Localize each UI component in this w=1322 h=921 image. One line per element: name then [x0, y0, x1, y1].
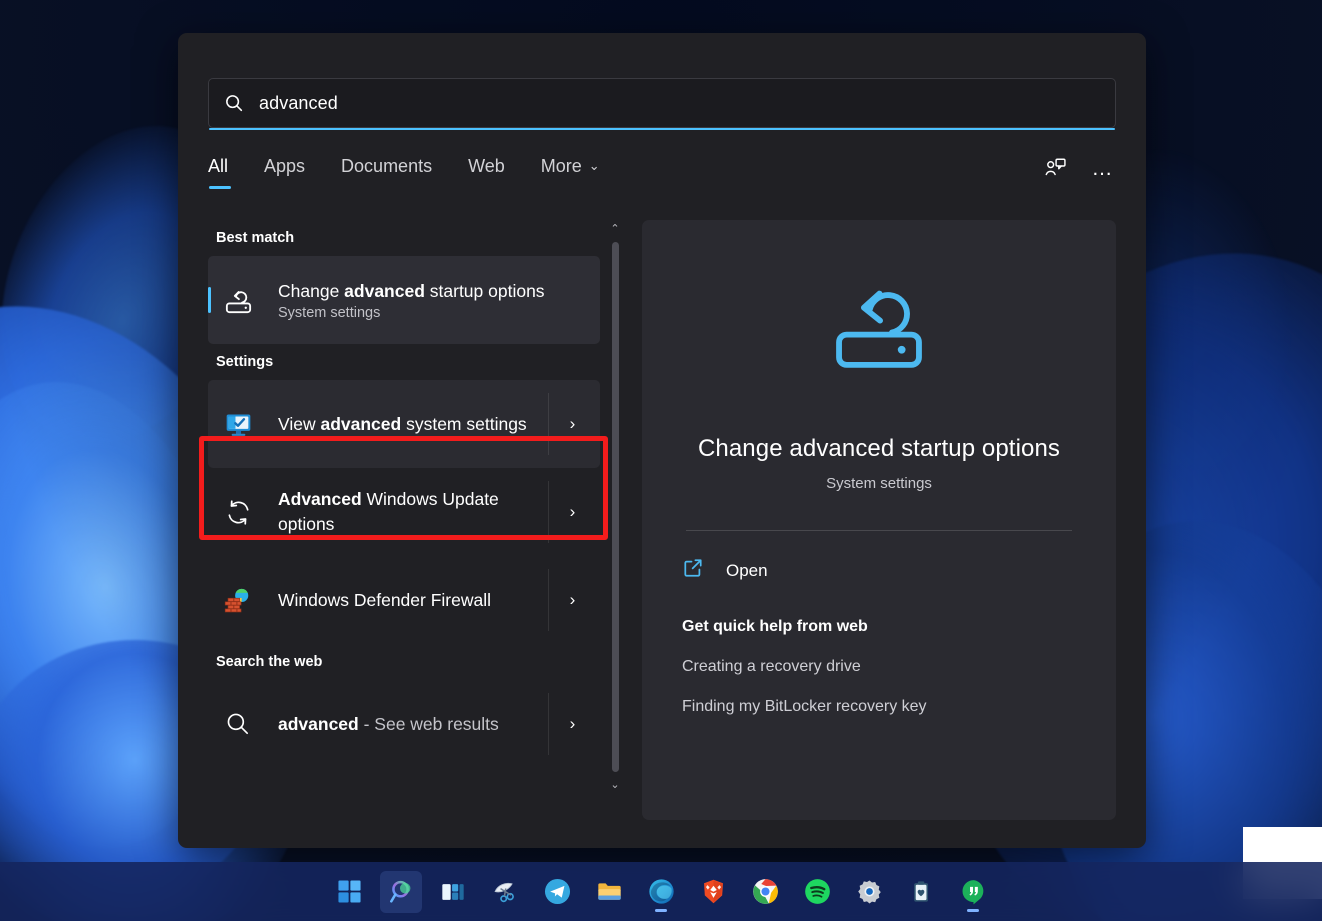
- file-explorer-icon[interactable]: [588, 871, 630, 913]
- chevron-right-icon[interactable]: ›: [548, 693, 596, 755]
- clipboard-heart-icon[interactable]: [900, 871, 942, 913]
- section-heading-settings: Settings: [216, 354, 274, 370]
- section-heading-search-the-web: Search the web: [216, 654, 323, 670]
- results-list: Best match Change advanced startup optio…: [208, 220, 600, 820]
- section-heading-best-match: Best match: [216, 230, 295, 246]
- result-item-subtitle: System settings: [278, 305, 381, 322]
- tab-more[interactable]: More ⌄: [541, 153, 600, 189]
- tab-documents[interactable]: Documents: [341, 153, 432, 189]
- windows-update-icon: [216, 497, 260, 528]
- tab-apps[interactable]: Apps: [264, 153, 305, 189]
- telegram-icon[interactable]: [536, 871, 578, 913]
- open-button[interactable]: Open: [682, 557, 1076, 584]
- result-item-view-advanced-system-settings[interactable]: View advanced system settings ›: [208, 380, 600, 468]
- firewall-icon: [216, 585, 260, 616]
- preview-hero: [682, 256, 1076, 385]
- preview-pane: Change advanced startup options System s…: [642, 220, 1116, 820]
- chevron-right-icon[interactable]: ›: [548, 569, 596, 631]
- feedback-icon[interactable]: [1042, 155, 1068, 181]
- task-view-button[interactable]: [432, 871, 474, 913]
- chevron-right-icon[interactable]: ›: [548, 393, 596, 455]
- preview-title: Change advanced startup options: [697, 435, 1061, 462]
- running-indicator: [967, 908, 979, 912]
- selection-indicator: [208, 287, 211, 313]
- chevron-down-icon: ⌄: [588, 158, 600, 173]
- results-scrollbar[interactable]: ⌃ ⌄: [606, 220, 624, 820]
- system-properties-monitor-icon: [216, 409, 260, 440]
- scrollbar-thumb[interactable]: [611, 242, 619, 772]
- running-indicator: [655, 908, 667, 912]
- search-button[interactable]: [380, 870, 422, 913]
- result-item-see-web-results[interactable]: advanced - See web results ›: [208, 680, 600, 768]
- recovery-drive-icon: [825, 272, 933, 385]
- result-item-title: Advanced Windows Update options: [278, 489, 499, 534]
- result-item-title: View advanced system settings: [278, 413, 527, 434]
- result-item-text: View advanced system settings: [278, 412, 527, 437]
- taskbar: [0, 862, 1322, 921]
- open-button-label: Open: [726, 560, 768, 580]
- tab-actions: …: [1042, 153, 1116, 181]
- search-icon: [223, 92, 245, 114]
- quick-help-link-bitlocker-recovery-key[interactable]: Finding my BitLocker recovery key: [682, 698, 1076, 716]
- edge-icon[interactable]: [640, 871, 682, 913]
- brave-icon[interactable]: [692, 871, 734, 913]
- more-options-icon[interactable]: …: [1090, 155, 1116, 181]
- search-input[interactable]: advanced: [208, 78, 1116, 130]
- result-item-title: Windows Defender Firewall: [278, 589, 491, 610]
- chevron-right-icon[interactable]: ›: [548, 481, 596, 543]
- quick-help-link-creating-recovery-drive[interactable]: Creating a recovery drive: [682, 658, 1076, 676]
- results-column: Best match Change advanced startup optio…: [208, 220, 624, 820]
- chat-bubble-icon[interactable]: [952, 871, 994, 913]
- search-input-value: advanced: [259, 92, 338, 113]
- snipping-tool-icon[interactable]: [484, 871, 526, 913]
- result-item-advanced-windows-update-options[interactable]: Advanced Windows Update options ›: [208, 468, 600, 556]
- desktop: advanced All Apps Documents Web More ⌄ ……: [0, 0, 1322, 921]
- result-item-title: advanced - See web results: [278, 713, 499, 734]
- result-item-change-advanced-startup-options[interactable]: Change advanced startup options System s…: [208, 256, 600, 344]
- search-box-container: advanced: [208, 78, 1116, 130]
- scroll-up-arrow-icon[interactable]: ⌃: [610, 220, 619, 238]
- result-item-title: Change advanced startup options: [278, 280, 545, 301]
- search-flyout-panel: advanced All Apps Documents Web More ⌄ ……: [178, 33, 1146, 848]
- result-item-text: Windows Defender Firewall: [278, 588, 491, 613]
- preview-divider: [686, 530, 1072, 531]
- search-icon: [216, 709, 260, 739]
- open-external-icon: [682, 557, 704, 584]
- search-accent-underline: [209, 128, 1115, 130]
- spotify-icon[interactable]: [796, 871, 838, 913]
- start-button[interactable]: [328, 871, 370, 913]
- quick-help-heading: Get quick help from web: [682, 618, 868, 635]
- settings-gear-icon[interactable]: [848, 871, 890, 913]
- result-item-windows-defender-firewall[interactable]: Windows Defender Firewall ›: [208, 556, 600, 644]
- filter-tab-bar: All Apps Documents Web More ⌄ …: [208, 153, 1116, 207]
- result-item-text: advanced - See web results: [278, 712, 499, 737]
- search-content: Best match Change advanced startup optio…: [208, 220, 1116, 820]
- tab-all[interactable]: All: [208, 153, 232, 189]
- scroll-down-arrow-icon[interactable]: ⌄: [610, 776, 619, 794]
- tab-web[interactable]: Web: [468, 153, 505, 189]
- chrome-icon[interactable]: [744, 871, 786, 913]
- preview-subtitle: System settings: [826, 475, 932, 492]
- recovery-drive-icon: [216, 284, 260, 317]
- result-item-text: Change advanced startup options System s…: [278, 279, 545, 322]
- result-item-text: Advanced Windows Update options: [278, 487, 548, 537]
